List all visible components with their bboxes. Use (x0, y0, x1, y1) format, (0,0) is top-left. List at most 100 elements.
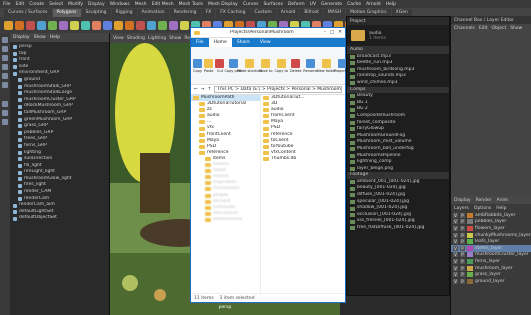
outliner-item[interactable]: trees_GRP (10, 136, 109, 143)
menu-item-7[interactable]: Mesh (135, 2, 147, 7)
project-section-header[interactable]: Audio (347, 47, 449, 54)
layer-row[interactable]: V PambRabbits_layer (451, 212, 531, 219)
project-file[interactable]: fairyGlowup (347, 126, 449, 133)
shelf-tab[interactable]: Custom (250, 8, 276, 17)
outliner-item[interactable]: ground (10, 77, 109, 84)
visibility-toggle[interactable]: V (453, 219, 458, 225)
ribbon-tab[interactable]: Home (208, 38, 232, 47)
layer-tab[interactable]: Anim (497, 198, 509, 203)
shelf-tab[interactable]: Sculpting (81, 8, 111, 17)
menu-item-8[interactable]: Edit Mesh (152, 2, 174, 7)
shelf-tool-icon[interactable] (125, 20, 134, 30)
visibility-toggle[interactable]: V (453, 272, 458, 278)
outliner-item[interactable]: mushroomCluster_GRP (10, 97, 109, 104)
playback-toggle[interactable]: P (460, 239, 465, 245)
selected-folder[interactable]: audio 1 items (347, 25, 449, 47)
viewport-menu-item[interactable]: Show (169, 36, 181, 41)
shelf-tool-icon[interactable] (92, 20, 101, 30)
layer-tab[interactable]: Render (476, 198, 492, 203)
ribbon-button[interactable]: Cut (215, 58, 225, 73)
channel-box-tab[interactable]: Show (510, 26, 522, 31)
visibility-toggle[interactable]: V (453, 278, 458, 284)
playback-toggle[interactable]: P (460, 212, 465, 218)
viewport-menu-item[interactable]: View (113, 36, 124, 41)
shelf-tool-icon[interactable] (48, 20, 57, 30)
playback-toggle[interactable]: P (460, 245, 465, 251)
ribbon-tab[interactable]: Share (232, 38, 255, 47)
lasso-tool-icon[interactable] (2, 46, 8, 52)
shelf-tool-icon[interactable] (169, 20, 178, 30)
layer-row[interactable]: V Pferns_layer (451, 258, 531, 265)
menu-item-13[interactable]: Deform (288, 2, 305, 7)
visibility-toggle[interactable]: V (453, 212, 458, 218)
layer-row[interactable]: V Pleafs_layer (451, 238, 531, 245)
forward-icon[interactable]: → (201, 87, 205, 92)
playback-toggle[interactable]: P (460, 278, 465, 284)
menu-item-5[interactable]: Display (88, 2, 105, 7)
outliner-item[interactable]: mushroomStalk_GRP (10, 84, 109, 91)
playback-toggle[interactable]: P (460, 219, 465, 225)
back-icon[interactable]: ← (194, 87, 198, 92)
layer-menu-item[interactable]: Help (496, 206, 506, 211)
shelf-tool-icon[interactable] (147, 20, 156, 30)
outliner-menu-item[interactable]: Display (13, 35, 30, 40)
outliner-item[interactable]: pebbles_GRP (10, 130, 109, 137)
viewport-menu-item[interactable]: Shading (127, 36, 145, 41)
shelf-tab[interactable]: Polygons (52, 8, 81, 17)
visibility-toggle[interactable]: V (453, 258, 458, 264)
outliner-item[interactable]: render_CAM (10, 189, 109, 196)
project-file[interactable]: ambient_001_[001-024].jpg (347, 179, 449, 186)
shelf-tool-icon[interactable] (70, 20, 79, 30)
project-file[interactable]: sss_fresnel_[001-024].jpg (347, 218, 449, 225)
project-file[interactable]: wind_chimes.mp3 (347, 80, 449, 87)
ribbon-button[interactable]: Copy to (274, 58, 288, 73)
ribbon-button[interactable]: Paste shortcut (237, 58, 262, 73)
project-file[interactable]: raindrop_sounds.mp3 (347, 73, 449, 80)
outliner-item[interactable]: defaultObjectSet (10, 215, 109, 222)
menu-item-18[interactable]: Help (386, 2, 396, 7)
outliner-item[interactable]: mushroomGlow_light (10, 176, 109, 183)
ribbon-button[interactable]: Rename (303, 58, 318, 73)
project-file[interactable]: BG 2 (347, 106, 449, 113)
outliner-item[interactable]: persp (10, 44, 109, 51)
layer-row[interactable]: V Pflowers_layer (451, 225, 531, 232)
shelf-tool-icon[interactable] (136, 20, 145, 30)
viewport-menu-item[interactable]: Lighting (148, 36, 166, 41)
project-section-header[interactable]: Footage (347, 172, 449, 179)
outliner-item[interactable]: mushroomStalkLarge (10, 90, 109, 97)
paint-tool-icon[interactable] (2, 55, 8, 61)
menu-item-17[interactable]: Arnold (366, 2, 381, 7)
menu-item-12[interactable]: Surfaces (263, 2, 283, 7)
outliner-item[interactable]: lighting (10, 150, 109, 157)
up-icon[interactable]: ↑ (208, 87, 212, 92)
visibility-toggle[interactable]: V (453, 239, 458, 245)
shelf-tool-icon[interactable] (103, 20, 112, 30)
shelf-tab[interactable]: Animation (137, 8, 169, 17)
shelf-tool-icon[interactable] (180, 20, 189, 30)
project-file[interactable]: Mushroom_ball_underfog (347, 146, 449, 153)
outliner-menu-item[interactable]: Show (34, 35, 46, 40)
project-file[interactable]: occlusion_[001-024].jpg (347, 212, 449, 219)
shelf-tab[interactable]: FX Caching (216, 8, 250, 17)
menu-item-1[interactable]: Edit (16, 2, 25, 7)
project-file[interactable]: layer_beige.png (347, 166, 449, 173)
outliner-item[interactable]: grass_GRP (10, 123, 109, 130)
channel-box-tab[interactable]: Channels (454, 26, 475, 31)
shelf-tab[interactable]: Rigging (111, 8, 137, 17)
channel-box-tab[interactable]: Object (492, 26, 507, 31)
outliner-item[interactable]: fires_light (10, 182, 109, 189)
layer-tab[interactable]: Display (454, 198, 471, 203)
shelf-tool-icon[interactable] (4, 20, 13, 30)
ribbon-button[interactable]: Delete (290, 58, 301, 73)
outliner-item[interactable]: sunDirection (10, 156, 109, 163)
shelf-tool-icon[interactable] (15, 20, 24, 30)
shelf-tool-icon[interactable] (158, 20, 167, 30)
menu-item-14[interactable]: UV (310, 2, 316, 7)
visibility-toggle[interactable]: V (453, 252, 458, 258)
project-file[interactable]: specular_[001-024].jpg (347, 199, 449, 206)
ribbon-tab[interactable]: File (191, 38, 209, 47)
outliner-menu-item[interactable]: Help (50, 35, 60, 40)
outliner-item[interactable]: defaultLightSet (10, 209, 109, 216)
menu-item-9[interactable]: Mesh Tools (179, 2, 203, 7)
shelf-tab[interactable]: MASH (323, 8, 346, 17)
